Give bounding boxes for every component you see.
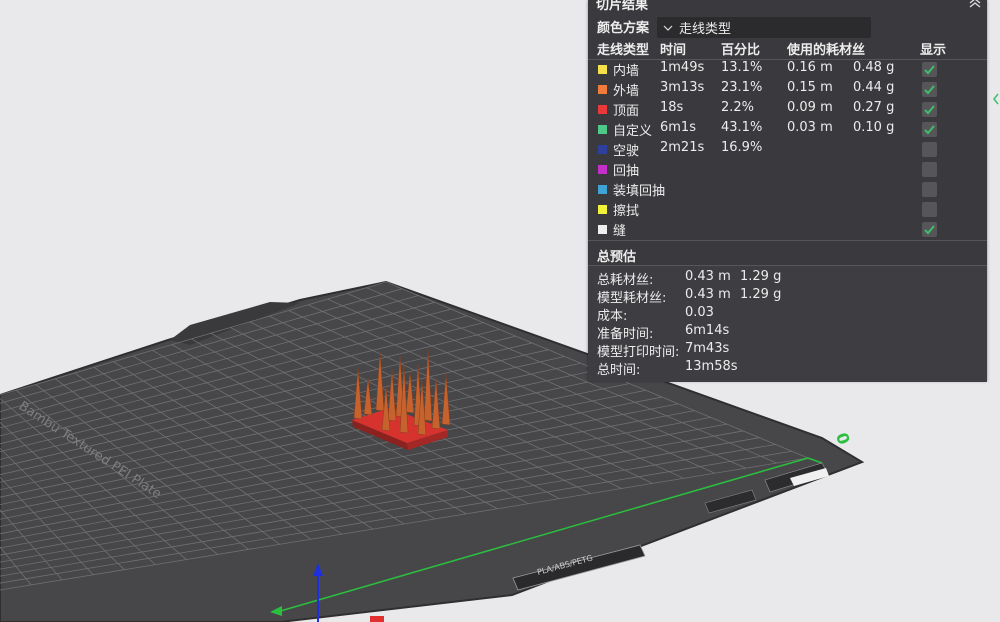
checkmark-icon <box>924 125 935 135</box>
estimate-value: 0.43 m <box>685 269 731 284</box>
display-checkbox[interactable] <box>922 102 937 117</box>
color-swatch <box>598 205 607 214</box>
display-checkbox[interactable] <box>922 62 937 77</box>
checkmark-icon <box>924 225 935 235</box>
col-filament-used: 使用的耗材丝 <box>787 43 866 58</box>
line-type-time: 3m13s <box>660 80 705 95</box>
estimate-row: 总时间: 13m58s <box>588 359 987 378</box>
color-swatch <box>598 65 607 74</box>
color-swatch <box>598 225 607 234</box>
table-row: 装填回抽 <box>588 180 987 200</box>
line-type-name: 回抽 <box>613 164 640 179</box>
line-type-weight: 0.10 g <box>853 120 895 135</box>
estimate-value: 13m58s <box>685 359 738 374</box>
col-time: 时间 <box>660 43 687 58</box>
estimate-value2: 1.29 g <box>740 269 782 284</box>
table-row: 缝 <box>588 220 987 240</box>
line-type-time: 6m1s <box>660 120 696 135</box>
col-display: 显示 <box>920 43 947 58</box>
display-checkbox[interactable] <box>922 202 937 217</box>
display-checkbox[interactable] <box>922 142 937 157</box>
estimate-value: 6m14s <box>685 323 730 338</box>
estimate-value: 0.43 m <box>685 287 731 302</box>
display-checkbox[interactable] <box>922 162 937 177</box>
color-scheme-label: 颜色方案 <box>597 21 650 36</box>
col-line-type: 走线类型 <box>597 43 650 58</box>
line-type-time: 2m21s <box>660 140 705 155</box>
table-row: 外墙 3m13s 23.1% 0.15 m 0.44 g <box>588 80 987 100</box>
line-type-name: 装填回抽 <box>613 184 666 199</box>
origin-marker <box>370 616 384 622</box>
line-type-time: 1m49s <box>660 60 705 75</box>
estimate-value2: 1.29 g <box>740 287 782 302</box>
estimate-label: 准备时间: <box>597 327 654 342</box>
line-type-name: 内墙 <box>613 64 640 79</box>
estimate-label: 模型耗材丝: <box>597 291 667 306</box>
right-edge-handle-icon[interactable] <box>991 92 1000 106</box>
table-row: 自定义 6m1s 43.1% 0.03 m 0.10 g <box>588 120 987 140</box>
estimate-value: 7m43s <box>685 341 730 356</box>
line-type-length: 0.15 m <box>787 80 833 95</box>
color-swatch <box>598 185 607 194</box>
checkmark-icon <box>924 85 935 95</box>
line-type-length: 0.09 m <box>787 100 833 115</box>
line-type-name: 空驶 <box>613 144 640 159</box>
checkmark-icon <box>924 65 935 75</box>
color-swatch <box>598 85 607 94</box>
color-swatch <box>598 165 607 174</box>
line-type-percent: 13.1% <box>721 60 763 75</box>
estimate-row: 模型打印时间: 7m43s <box>588 341 987 360</box>
display-checkbox[interactable] <box>922 122 937 137</box>
chevron-down-icon <box>663 25 673 31</box>
color-swatch <box>598 145 607 154</box>
panel-title: 切片结果 <box>596 0 649 13</box>
slice-results-panel: 切片结果 颜色方案 走线类型 走线类型 时间 百分比 使用的耗材丝 显示 内墙 … <box>588 0 987 382</box>
estimate-label: 总时间: <box>597 363 641 378</box>
line-type-weight: 0.48 g <box>853 60 895 75</box>
estimate-label: 总耗材丝: <box>597 273 654 288</box>
color-swatch <box>598 105 607 114</box>
checkmark-icon <box>924 105 935 115</box>
estimate-row: 准备时间: 6m14s <box>588 323 987 342</box>
estimate-value: 0.03 <box>685 305 714 320</box>
plate-corner-number: 0 <box>832 430 854 447</box>
color-scheme-dropdown[interactable]: 走线类型 <box>657 17 871 38</box>
line-type-weight: 0.44 g <box>853 80 895 95</box>
line-type-length: 0.16 m <box>787 60 833 75</box>
estimate-section: 总耗材丝: 0.43 m 1.29 g 模型耗材丝: 0.43 m 1.29 g… <box>588 265 987 382</box>
line-type-percent: 16.9% <box>721 140 763 155</box>
line-type-length: 0.03 m <box>787 120 833 135</box>
color-scheme-value: 走线类型 <box>679 22 732 37</box>
line-type-percent: 2.2% <box>721 100 755 115</box>
estimate-row: 总耗材丝: 0.43 m 1.29 g <box>588 269 987 288</box>
estimate-title: 总预估 <box>597 250 637 265</box>
line-type-name: 顶面 <box>613 104 640 119</box>
table-row: 内墙 1m49s 13.1% 0.16 m 0.48 g <box>588 60 987 80</box>
line-type-weight: 0.27 g <box>853 100 895 115</box>
estimate-row: 模型耗材丝: 0.43 m 1.29 g <box>588 287 987 306</box>
table-row: 擦拭 <box>588 200 987 220</box>
table-row: 顶面 18s 2.2% 0.09 m 0.27 g <box>588 100 987 120</box>
col-percent: 百分比 <box>721 43 761 58</box>
estimate-row: 成本: 0.03 <box>588 305 987 324</box>
estimate-label: 成本: <box>597 309 628 324</box>
estimate-label: 模型打印时间: <box>597 345 680 360</box>
line-type-name: 自定义 <box>613 124 653 139</box>
line-type-name: 缝 <box>613 224 627 239</box>
line-type-percent: 23.1% <box>721 80 763 95</box>
color-swatch <box>598 125 607 134</box>
line-type-time: 18s <box>660 100 684 115</box>
table-row: 空驶 2m21s 16.9% <box>588 140 987 160</box>
display-checkbox[interactable] <box>922 222 937 237</box>
line-type-table: 内墙 1m49s 13.1% 0.16 m 0.48 g 外墙 3m13s 23… <box>588 59 987 241</box>
table-header: 走线类型 时间 百分比 使用的耗材丝 显示 <box>588 39 987 59</box>
table-row: 回抽 <box>588 160 987 180</box>
line-type-name: 外墙 <box>613 84 640 99</box>
display-checkbox[interactable] <box>922 82 937 97</box>
collapse-icon[interactable] <box>967 0 983 9</box>
line-type-percent: 43.1% <box>721 120 763 135</box>
display-checkbox[interactable] <box>922 182 937 197</box>
line-type-name: 擦拭 <box>613 204 640 219</box>
